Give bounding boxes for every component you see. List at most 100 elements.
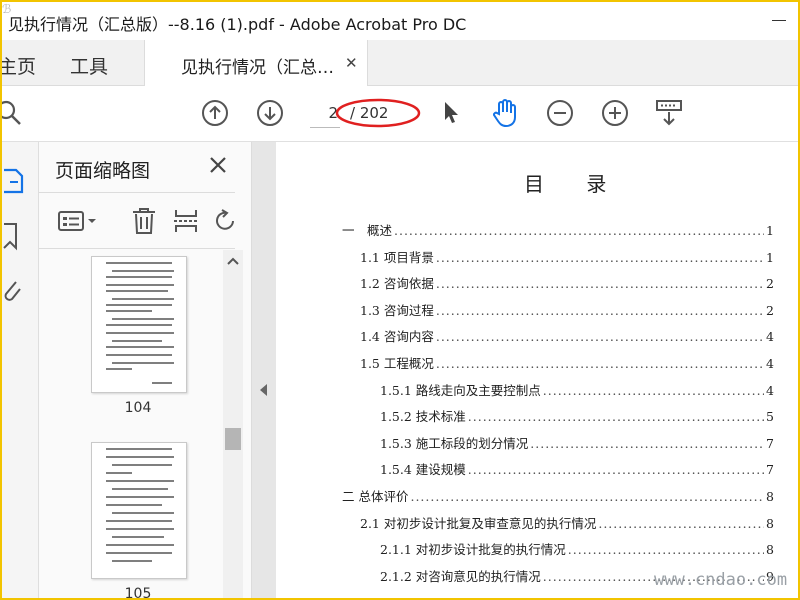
toc-entry[interactable]: 2.1 对初步设计批复及审查意见的执行情况 8: [360, 513, 774, 532]
zoom-out-button[interactable]: [545, 98, 575, 128]
extract-pages-icon[interactable]: [173, 206, 199, 236]
toc-entry[interactable]: 1.5.4 建设规模 7: [380, 459, 774, 478]
toc-entry[interactable]: 二 总体评价 8: [342, 486, 774, 505]
hand-tool-icon[interactable]: [490, 98, 520, 128]
attachment-icon[interactable]: [2, 278, 28, 308]
divider: [39, 248, 235, 249]
collapse-panel-icon[interactable]: [260, 384, 267, 396]
toc-entry-page: 1: [766, 249, 774, 265]
toc-entry-title: 2.1.2 对咨询意见的执行情况: [380, 568, 541, 584]
toc-entry-title: 1.5 工程概况: [360, 356, 434, 371]
page-thumbnails-icon[interactable]: [2, 166, 28, 196]
toc-entry[interactable]: 一 概述 1: [342, 220, 774, 239]
toc-entry-title: 1.2 咨询依据: [360, 276, 434, 292]
tab-bar: 主页 工具 见执行情况（汇总… ✕: [2, 40, 798, 86]
toc-entry-page: 4: [766, 382, 774, 398]
toc-entry-title: 2.1.1 对初步设计批复的执行情况: [380, 542, 566, 558]
page-thumbnail[interactable]: [91, 442, 187, 579]
thumbnail-page-number: 105: [124, 586, 152, 600]
toc-entry[interactable]: 1.5.3 施工标段的划分情况 7: [380, 433, 774, 452]
rotate-page-icon[interactable]: [213, 206, 237, 236]
navigation-rail: [2, 142, 39, 598]
thumbnails-panel: 页面缩略图 104 105: [39, 142, 252, 600]
toc-entry-page: 2: [766, 276, 774, 292]
search-icon[interactable]: [2, 98, 26, 128]
panel-splitter[interactable]: [252, 142, 276, 598]
close-tab-icon[interactable]: ✕: [345, 54, 358, 72]
delete-page-icon[interactable]: [131, 206, 157, 236]
toc-leader-dots: [436, 250, 764, 265]
app-window: ℬ 见执行情况（汇总版）--8.16 (1).pdf - Adobe Acrob…: [0, 0, 800, 600]
toc-entry-title: 2.1 对初步设计批复及审查意见的执行情况: [360, 515, 597, 531]
toc-leader-dots: [468, 462, 764, 477]
next-page-button[interactable]: [255, 98, 285, 128]
panel-title: 页面缩略图: [55, 160, 151, 182]
toc-entry[interactable]: 1.3 咨询过程 2: [360, 300, 774, 319]
toc-leader-dots: [410, 489, 764, 504]
select-tool-icon[interactable]: [436, 98, 466, 128]
toc-entry-title: 1.5.4 建设规模: [380, 462, 466, 478]
toc-leader-dots: [436, 329, 764, 344]
toc-leader-dots: [468, 409, 764, 424]
document-viewport[interactable]: 目 录 一 概述 1 1.1 项目背景 1 1.2 咨询依据 2 1.3 咨询过程 2 1.4 …: [276, 142, 798, 598]
watermark: www.cndao.com: [654, 570, 788, 590]
bookmark-icon[interactable]: [2, 222, 28, 252]
window-title: 见执行情况（汇总版）--8.16 (1).pdf - Adobe Acrobat…: [8, 15, 467, 34]
toc-leader-dots: [543, 383, 764, 398]
toc-entry[interactable]: 1.5 工程概况 4: [360, 353, 774, 372]
tab-home[interactable]: 主页: [2, 52, 36, 79]
thumbnail-preview: [106, 448, 174, 562]
red-annotation-oval: [335, 98, 421, 128]
scroll-up-icon[interactable]: [227, 256, 239, 266]
toc-heading: 目 录: [524, 172, 625, 196]
toc-leader-dots: [530, 436, 764, 451]
toc-entry-page: 4: [766, 329, 774, 345]
divider: [39, 192, 235, 193]
thumbnail-preview: [106, 262, 174, 384]
toc-leader-dots: [598, 516, 764, 531]
tab-document[interactable]: 见执行情况（汇总… ✕: [144, 40, 368, 86]
toc-leader-dots: [436, 276, 764, 291]
toc-entry-page: 1: [766, 223, 774, 238]
toc-leader-dots: [568, 542, 764, 557]
toc-entry-title: 1.1 项目背景: [360, 249, 434, 265]
minimize-button[interactable]: [772, 20, 786, 21]
toolbar: / 202: [2, 86, 798, 142]
close-panel-icon[interactable]: [207, 154, 229, 176]
toc-entry-title: 1.5.1 路线走向及主要控制点: [380, 382, 541, 398]
toc-entry-title: 1.5.2 技术标准: [380, 409, 466, 425]
toc-entry-page: 8: [766, 515, 774, 531]
toc-entry-page: 7: [766, 435, 774, 451]
toc-entry[interactable]: 1.4 咨询内容 4: [360, 326, 774, 345]
toc-leader-dots: [394, 223, 764, 238]
scroll-mode-icon[interactable]: [654, 98, 684, 128]
toc-entry-title: 1.3 咨询过程: [360, 302, 434, 318]
zoom-in-button[interactable]: [600, 98, 630, 128]
toc-entry-page: 8: [766, 489, 774, 504]
toc-entry-page: 2: [766, 302, 774, 318]
scrollbar-thumb[interactable]: [225, 428, 241, 450]
title-bar: ℬ 见执行情况（汇总版）--8.16 (1).pdf - Adobe Acrob…: [2, 2, 798, 40]
toc-entry-page: 5: [766, 409, 774, 425]
toc-entry-title: 1.4 咨询内容: [360, 329, 434, 345]
toc-entry-title: 二 总体评价: [342, 489, 409, 504]
toc-entry[interactable]: 1.5.2 技术标准 5: [380, 406, 774, 425]
thumbnail-tools: [39, 194, 235, 248]
pdf-page: 目 录 一 概述 1 1.1 项目背景 1 1.2 咨询依据 2 1.3 咨询过程 2 1.4 …: [276, 142, 798, 598]
thumbnail-scrollbar[interactable]: [223, 250, 243, 598]
toc-leader-dots: [436, 356, 764, 371]
toc-entry[interactable]: 1.1 项目背景 1: [360, 247, 774, 266]
tab-tools[interactable]: 工具: [70, 52, 108, 79]
page-thumbnail[interactable]: [91, 256, 187, 393]
toc-entry-page: 8: [766, 542, 774, 558]
thumbnail-page-number: 104: [124, 400, 152, 416]
toc-entry[interactable]: 1.5.1 路线走向及主要控制点 4: [380, 380, 774, 399]
toc-entry[interactable]: 1.2 咨询依据 2: [360, 273, 774, 292]
previous-page-button[interactable]: [200, 98, 230, 128]
toc-entry-page: 4: [766, 356, 774, 371]
toc-entry-page: 7: [766, 462, 774, 478]
options-menu-button[interactable]: [57, 206, 99, 236]
tab-document-label: 见执行情况（汇总…: [181, 58, 334, 78]
toc-entry[interactable]: 2.1.1 对初步设计批复的执行情况 8: [380, 539, 774, 558]
toc-leader-dots: [436, 303, 764, 318]
